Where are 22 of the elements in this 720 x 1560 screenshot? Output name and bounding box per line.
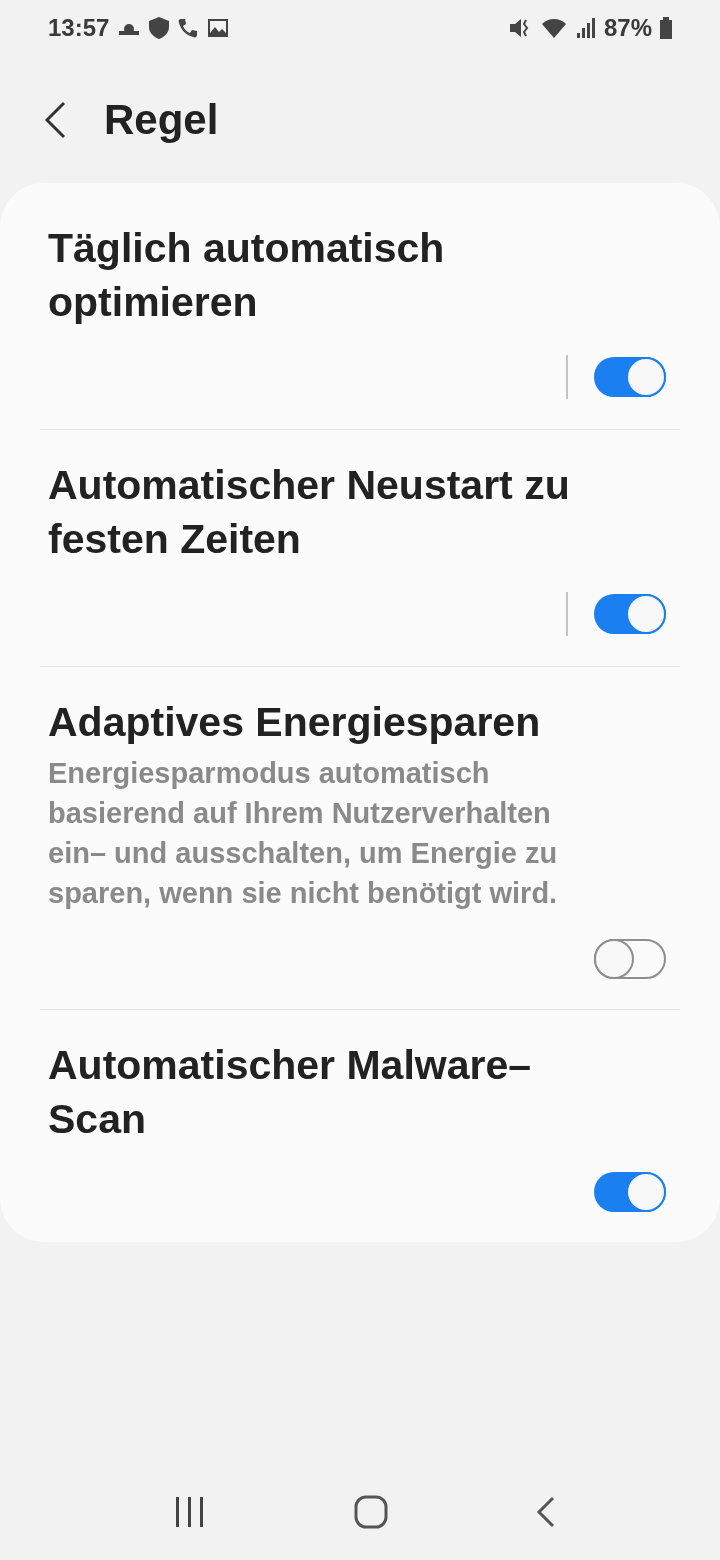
- setting-title[interactable]: Täglich automatisch optimieren: [48, 221, 608, 329]
- battery-icon: [660, 17, 672, 39]
- setting-title[interactable]: Automatischer Neustart zu festen Zeiten: [48, 458, 608, 566]
- toggle-switch[interactable]: [594, 357, 666, 397]
- setting-title[interactable]: Automatischer Malware–Scan: [48, 1038, 608, 1146]
- recent-apps-icon: [174, 1497, 206, 1527]
- signal-icon: [575, 17, 596, 39]
- phone-icon: [177, 17, 200, 39]
- battery-percent: 87%: [603, 14, 652, 42]
- back-icon[interactable]: [44, 100, 66, 139]
- wifi-icon: [539, 17, 568, 39]
- setting-description: Energiesparmodus automatisch basierend auf Ihrem Nutzerverhalten ein– und ausschalten, um Energie zu sparen, wenn sie nicht benötigt wird.: [48, 756, 559, 911]
- toggle-switch[interactable]: [594, 939, 666, 979]
- toggle-switch[interactable]: [594, 1172, 666, 1212]
- back-icon[interactable]: [536, 1496, 556, 1528]
- home-icon[interactable]: [354, 1495, 388, 1529]
- toggle-switch[interactable]: [594, 594, 666, 634]
- setting-title[interactable]: Adaptives Energiesparen: [48, 695, 608, 749]
- status-time: 13:57: [48, 14, 110, 42]
- image-icon: [207, 18, 230, 38]
- shield-icon: [149, 17, 170, 39]
- page-title: Regel: [104, 95, 219, 144]
